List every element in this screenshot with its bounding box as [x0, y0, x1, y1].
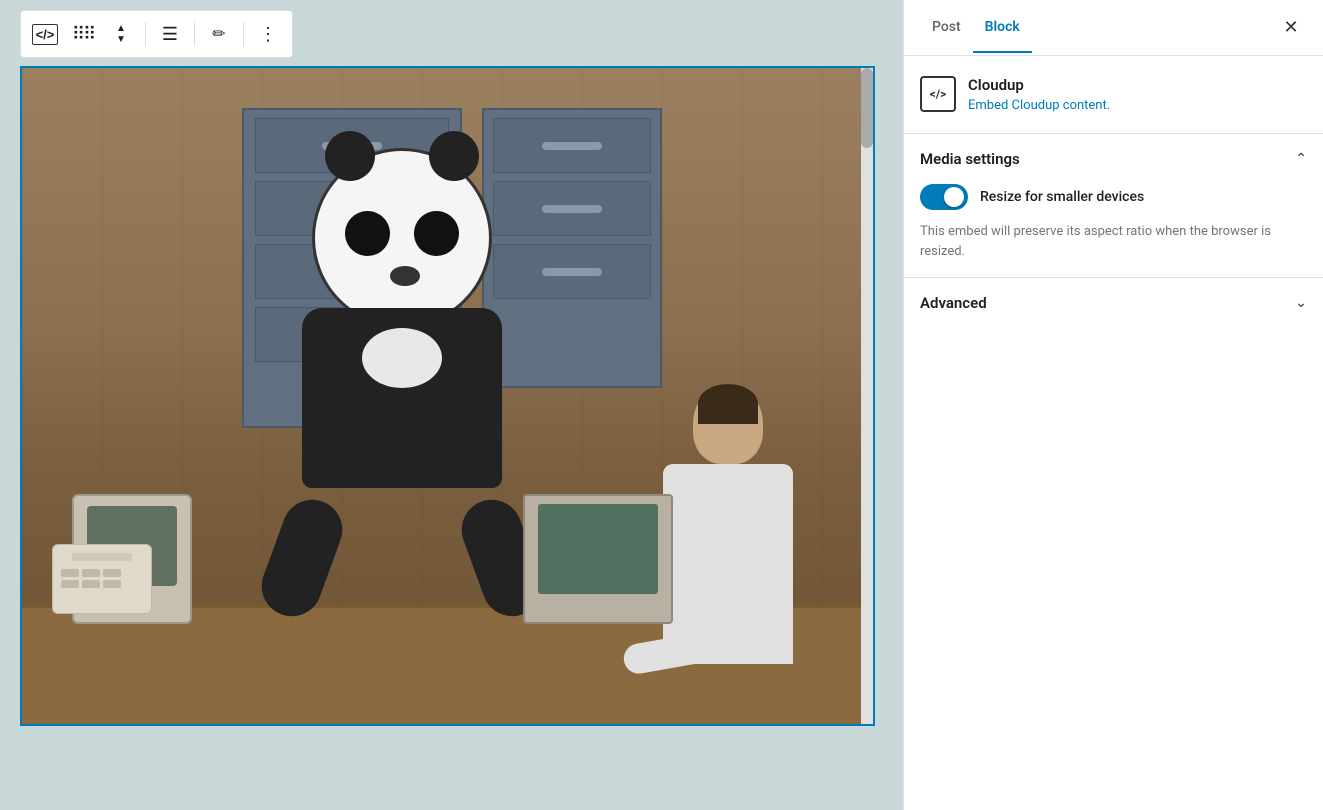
block-toolbar: </> ⠿⠿ ▲ ▼ ☰ ✏ ⋮ [20, 10, 293, 58]
panda-eye-left [345, 211, 390, 256]
panda-torso [302, 308, 502, 488]
media-settings-section: Media settings ⌃ Resize for smaller devi… [904, 134, 1323, 278]
align-icon: ☰ [162, 24, 178, 45]
close-panel-button[interactable]: ✕ [1275, 12, 1307, 44]
panel-tabs: Post Block ✕ [904, 0, 1323, 56]
panda-ear-left [325, 131, 375, 181]
person-head [693, 384, 763, 464]
move-button[interactable]: ▲ ▼ [103, 16, 139, 52]
embed-block [20, 66, 875, 726]
panda-head [312, 148, 492, 328]
close-icon: ✕ [1283, 17, 1298, 38]
more-options-button[interactable]: ⋮ [250, 16, 286, 52]
panda-nose [390, 266, 420, 286]
resize-toggle[interactable] [920, 184, 968, 210]
move-down-icon: ▼ [116, 34, 126, 45]
toolbar-divider-3 [243, 22, 244, 46]
embed-icon: </> [32, 24, 59, 45]
cloudup-icon: </> [920, 76, 956, 112]
pen-button[interactable]: ✏ [201, 16, 237, 52]
toolbar-divider-1 [145, 22, 146, 46]
panda-scene [22, 68, 873, 724]
toggle-knob [944, 187, 964, 207]
person-hair [698, 384, 758, 424]
cloudup-section: </> Cloudup Embed Cloudup content. [904, 56, 1323, 134]
resize-description: This embed will preserve its aspect rati… [920, 222, 1307, 261]
tab-post[interactable]: Post [920, 3, 973, 53]
advanced-title: Advanced [920, 294, 987, 312]
editor-area: </> ⠿⠿ ▲ ▼ ☰ ✏ ⋮ [0, 0, 903, 810]
chevron-up-icon: ⌃ [1295, 151, 1307, 167]
toggle-row: Resize for smaller devices [920, 184, 1307, 210]
drag-handle-button[interactable]: ⠿⠿ [65, 16, 101, 52]
scrollbar-thumb[interactable] [861, 68, 873, 148]
panda-ear-right [429, 131, 479, 181]
cloudup-embed-icon: </> [930, 87, 947, 101]
panda [302, 148, 502, 498]
move-up-icon: ▲ [116, 23, 126, 34]
embed-icon-button[interactable]: </> [27, 16, 63, 52]
chevron-down-icon: ⌄ [1295, 295, 1307, 311]
right-panel: Post Block ✕ </> Cloudup Embed Cloudup c… [903, 0, 1323, 810]
align-button[interactable]: ☰ [152, 16, 188, 52]
cloudup-title: Cloudup [968, 76, 1110, 94]
cloudup-description[interactable]: Embed Cloudup content. [968, 98, 1110, 113]
person-body [663, 464, 793, 664]
resize-toggle-label: Resize for smaller devices [980, 189, 1144, 205]
toolbar-divider-2 [194, 22, 195, 46]
phone [52, 544, 152, 614]
drag-icon: ⠿⠿ [72, 24, 94, 45]
scrollbar-track[interactable] [861, 68, 873, 724]
person [663, 384, 793, 664]
advanced-header[interactable]: Advanced ⌄ [920, 294, 1307, 312]
advanced-section: Advanced ⌄ [904, 278, 1323, 328]
tab-block[interactable]: Block [973, 3, 1032, 53]
cloudup-text: Cloudup Embed Cloudup content. [968, 76, 1110, 113]
media-settings-title: Media settings [920, 150, 1020, 168]
pen-icon: ✏ [212, 24, 225, 44]
filing-cabinet-right [482, 108, 662, 388]
monitor-front [523, 494, 673, 624]
media-settings-header[interactable]: Media settings ⌃ [920, 150, 1307, 168]
panda-eye-right [414, 211, 459, 256]
more-icon: ⋮ [259, 24, 277, 45]
